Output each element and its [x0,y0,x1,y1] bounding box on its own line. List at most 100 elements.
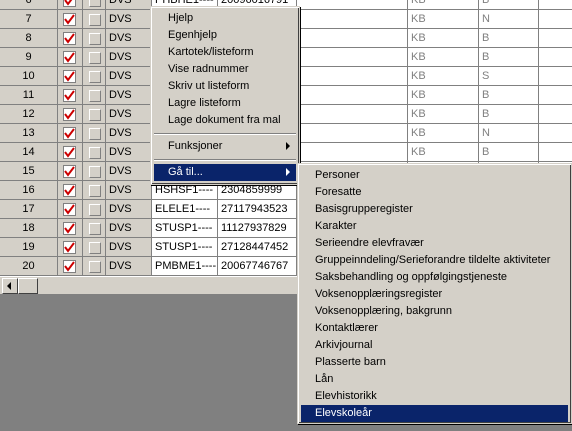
checkbox-cell[interactable] [83,257,106,276]
empty-cell[interactable] [536,10,572,29]
empty-cell[interactable] [536,86,572,105]
empty-cell[interactable] [297,143,408,162]
checkmark-icon[interactable] [63,127,76,140]
submenu-item[interactable]: Elevhistorikk [301,388,568,405]
checkmark-icon[interactable] [63,165,76,178]
kb-cell[interactable]: KB [408,124,479,143]
checkbox-cell[interactable] [83,48,106,67]
checked-cell[interactable] [58,181,83,200]
checkmark-icon[interactable] [63,184,76,197]
menu-item-skriv-ut[interactable]: Skriv ut listeform [154,78,296,95]
unchecked-box-icon[interactable] [89,204,101,216]
empty-cell[interactable] [536,48,572,67]
submenu-item[interactable]: Voksenopplæring, bakgrunn [301,303,568,320]
status-cell[interactable]: B [479,105,539,124]
submenu-item[interactable]: Basisgrupperegister [301,201,568,218]
unchecked-box-icon[interactable] [89,147,101,159]
checkbox-cell[interactable] [83,105,106,124]
checked-cell[interactable] [58,238,83,257]
kb-cell[interactable]: KB [408,48,479,67]
checked-cell[interactable] [58,105,83,124]
submenu-item[interactable]: Elevskoleår [301,405,568,422]
empty-cell[interactable] [536,0,572,10]
menu-item-kartotek[interactable]: Kartotek/listeform [154,44,296,61]
checkbox-cell[interactable] [83,0,106,10]
person-number-cell[interactable]: 27128447452 [218,238,297,257]
checkmark-icon[interactable] [63,70,76,83]
checkmark-icon[interactable] [63,13,76,26]
status-cell[interactable]: B [479,0,539,10]
checkbox-cell[interactable] [83,181,106,200]
checked-cell[interactable] [58,257,83,276]
kb-cell[interactable]: KB [408,0,479,10]
checked-cell[interactable] [58,10,83,29]
submenu-item[interactable]: Arkivjournal [301,337,568,354]
empty-cell[interactable] [536,124,572,143]
checked-cell[interactable] [58,29,83,48]
submenu-item[interactable]: Serieendre elevfravær [301,235,568,252]
empty-cell[interactable] [297,0,408,10]
empty-cell[interactable] [297,48,408,67]
unchecked-box-icon[interactable] [89,185,101,197]
status-cell[interactable]: N [479,10,539,29]
checkbox-cell[interactable] [83,124,106,143]
kb-cell[interactable]: KB [408,10,479,29]
checkbox-cell[interactable] [83,200,106,219]
unchecked-box-icon[interactable] [89,109,101,121]
submenu-item[interactable]: Gruppeinndeling/Serieforandre tildelte a… [301,252,568,269]
status-cell[interactable]: B [479,143,539,162]
checkmark-icon[interactable] [63,0,76,7]
checkmark-icon[interactable] [63,108,76,121]
submenu-item[interactable]: Voksenopplæringsregister [301,286,568,303]
checkmark-icon[interactable] [63,146,76,159]
checkbox-cell[interactable] [83,162,106,181]
checkbox-cell[interactable] [83,29,106,48]
menu-item-lagre-listeform[interactable]: Lagre listeform [154,95,296,112]
submenu-item[interactable]: Karakter [301,218,568,235]
kb-cell[interactable]: KB [408,105,479,124]
checked-cell[interactable] [58,143,83,162]
status-cell[interactable]: B [479,48,539,67]
status-cell[interactable]: B [479,29,539,48]
kb-cell[interactable]: KB [408,143,479,162]
unchecked-box-icon[interactable] [89,33,101,45]
checkbox-cell[interactable] [83,10,106,29]
checkbox-cell[interactable] [83,143,106,162]
submenu-item[interactable]: Personer [301,167,568,184]
unchecked-box-icon[interactable] [89,166,101,178]
unchecked-box-icon[interactable] [89,14,101,26]
unchecked-box-icon[interactable] [89,71,101,83]
checked-cell[interactable] [58,219,83,238]
submenu-item[interactable]: Lån [301,371,568,388]
id-cell[interactable]: STUSP1---- [152,238,218,257]
checkbox-cell[interactable] [83,67,106,86]
menu-item-hjelp[interactable]: Hjelp [154,10,296,27]
scroll-thumb[interactable] [18,278,38,294]
checkmark-icon[interactable] [63,32,76,45]
menu-item-lage-dokument[interactable]: Lage dokument fra mal [154,112,296,129]
kb-cell[interactable]: KB [408,29,479,48]
checked-cell[interactable] [58,0,83,10]
person-number-cell[interactable]: 27117943523 [218,200,297,219]
unchecked-box-icon[interactable] [89,52,101,64]
empty-cell[interactable] [536,29,572,48]
unchecked-box-icon[interactable] [89,261,101,273]
empty-cell[interactable] [297,86,408,105]
menu-item-funksjoner[interactable]: Funksjoner [154,138,296,155]
kb-cell[interactable]: KB [408,67,479,86]
unchecked-box-icon[interactable] [89,0,101,7]
empty-cell[interactable] [536,67,572,86]
person-number-cell[interactable]: 20067746767 [218,257,297,276]
empty-cell[interactable] [297,124,408,143]
menu-item-vise-radnummer[interactable]: Vise radnummer [154,61,296,78]
checkbox-cell[interactable] [83,238,106,257]
submenu-item[interactable]: Foresatte [301,184,568,201]
checked-cell[interactable] [58,124,83,143]
scroll-left-button[interactable] [2,278,18,294]
checkmark-icon[interactable] [63,203,76,216]
checkmark-icon[interactable] [63,241,76,254]
checkmark-icon[interactable] [63,222,76,235]
submenu-item[interactable]: Kontaktlærer [301,320,568,337]
checkmark-icon[interactable] [63,89,76,102]
menu-item-egenhjelp[interactable]: Egenhjelp [154,27,296,44]
